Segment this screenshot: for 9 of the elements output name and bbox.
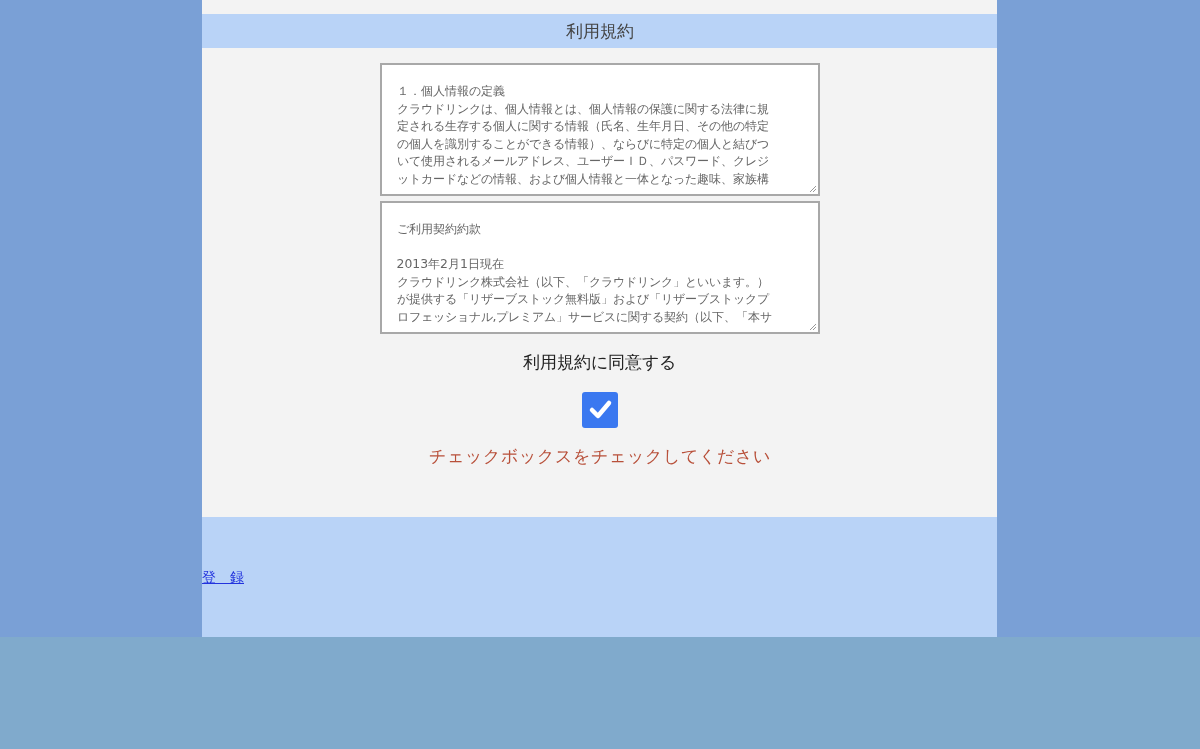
terms-text-area[interactable]: ご利用契約約款 2013年2月1日現在 クラウドリンク株式会社（以下、「クラウドリンク」といいます。） が提供する「リザーブストック無料版」および「リザーブストックプ ロフェッショナル,プレミアム」サービスに関する契約（以下、「本サ [379,201,820,334]
resize-grip-icon[interactable] [808,323,817,331]
error-message: チェックボックスをチェックしてください [428,445,771,468]
agree-label: 利用規約に同意する [523,351,676,374]
terms-text-area[interactable]: １．個人情報の定義 クラウドリンクは、個人情報とは、個人情報の保護に関する法律に規 定される生存する個人に関する情報（氏名、生年月日、その他の特定 の個人を識別することができる情報）、ならびに特定の個人と結びつ いて使用されるメールアドレス、ユーザーＩＤ、パスワード、クレジ ットカードなどの情報、および個人情報と一体となった趣味、家族構 [379,63,820,196]
page-title: 利用規約 [565,19,634,43]
register-link[interactable]: 登 録 [202,569,244,587]
resize-grip-icon[interactable] [808,185,817,193]
agree-checkbox[interactable] [581,392,618,428]
